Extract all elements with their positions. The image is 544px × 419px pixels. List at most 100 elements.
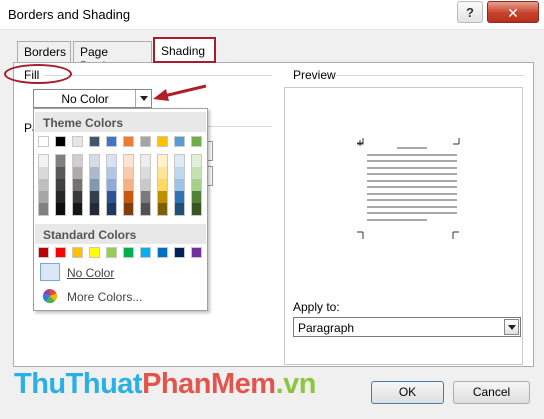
theme-shade-swatch[interactable] (107, 167, 116, 179)
theme-colors-header: Theme Colors (35, 112, 206, 132)
theme-shade-swatch[interactable] (90, 203, 99, 215)
standard-color-swatch[interactable] (191, 247, 202, 258)
apply-to-dropdown-button[interactable] (504, 319, 519, 335)
close-button[interactable]: ✕ (487, 1, 539, 23)
standard-color-swatch[interactable] (72, 247, 83, 258)
standard-color-swatch[interactable] (89, 247, 100, 258)
theme-shade-swatch[interactable] (107, 191, 116, 203)
theme-color-swatch[interactable] (89, 136, 100, 147)
theme-shade-swatch[interactable] (175, 203, 184, 215)
standard-color-swatch[interactable] (157, 247, 168, 258)
theme-color-swatch[interactable] (157, 136, 168, 147)
theme-shade-swatch[interactable] (39, 191, 48, 203)
theme-shade-swatch[interactable] (158, 191, 167, 203)
theme-shade-swatch[interactable] (124, 155, 133, 167)
theme-shade-swatch[interactable] (141, 203, 150, 215)
theme-shade-swatch[interactable] (73, 167, 82, 179)
theme-shade-swatch[interactable] (56, 179, 65, 191)
theme-shade-swatch[interactable] (39, 155, 48, 167)
theme-shade-swatch[interactable] (124, 179, 133, 191)
theme-shade-swatch[interactable] (73, 155, 82, 167)
no-color-option[interactable]: No Color (38, 261, 204, 283)
watermark-logo: ThuThuatPhanMem.vn (14, 368, 316, 401)
theme-shade-swatch[interactable] (192, 155, 201, 167)
theme-color-swatch[interactable] (191, 136, 202, 147)
theme-shade-swatch[interactable] (39, 167, 48, 179)
preview-line (367, 218, 427, 221)
theme-shade-swatch[interactable] (90, 179, 99, 191)
theme-shade-swatch[interactable] (141, 167, 150, 179)
standard-color-swatch[interactable] (174, 247, 185, 258)
theme-shade-swatch[interactable] (141, 179, 150, 191)
theme-shade-swatch[interactable] (192, 203, 201, 215)
theme-shade-swatch[interactable] (39, 203, 48, 215)
standard-color-swatch[interactable] (38, 247, 49, 258)
tab-page-border[interactable]: Page Border (73, 41, 152, 73)
theme-color-swatch[interactable] (174, 136, 185, 147)
preview-line (367, 192, 457, 195)
preview-line (367, 173, 457, 175)
theme-shade-swatch[interactable] (107, 179, 116, 191)
theme-shade-swatch[interactable] (175, 179, 184, 191)
theme-color-swatch[interactable] (38, 136, 49, 147)
theme-shade-swatch[interactable] (56, 155, 65, 167)
theme-shade-swatch[interactable] (175, 155, 184, 167)
help-button[interactable]: ? (457, 1, 483, 23)
theme-shade-swatch[interactable] (107, 155, 116, 167)
theme-shade-swatch[interactable] (73, 191, 82, 203)
theme-shade-swatch[interactable] (90, 155, 99, 167)
theme-color-swatch[interactable] (140, 136, 151, 147)
theme-shade-swatch[interactable] (141, 191, 150, 203)
tab-borders[interactable]: Borders (17, 41, 71, 63)
theme-shade-swatch[interactable] (192, 167, 201, 179)
theme-shade-swatch[interactable] (107, 203, 116, 215)
fill-color-dropdown[interactable]: No Color (33, 89, 152, 108)
theme-shade-swatch[interactable] (56, 203, 65, 215)
theme-color-swatch[interactable] (55, 136, 66, 147)
theme-shade-swatch[interactable] (158, 167, 167, 179)
theme-shade-swatch[interactable] (192, 179, 201, 191)
theme-shade-swatch[interactable] (175, 167, 184, 179)
standard-color-swatch[interactable] (140, 247, 151, 258)
theme-color-swatch[interactable] (72, 136, 83, 147)
theme-shade-swatch[interactable] (158, 203, 167, 215)
theme-shade-swatch[interactable] (124, 167, 133, 179)
theme-shade-swatch[interactable] (158, 179, 167, 191)
theme-shade-swatch[interactable] (124, 203, 133, 215)
ok-button[interactable]: OK (371, 381, 444, 404)
theme-shade-swatch[interactable] (56, 191, 65, 203)
theme-color-swatch[interactable] (123, 136, 134, 147)
apply-to-value: Paragraph (298, 321, 355, 335)
theme-shade-swatch[interactable] (90, 167, 99, 179)
color-picker-popup: Theme Colors Standard Colors No Color Mo… (33, 108, 208, 311)
fill-dropdown-button[interactable] (135, 90, 151, 107)
theme-shade-swatch[interactable] (192, 191, 201, 203)
preview-line (367, 186, 457, 188)
standard-color-swatch[interactable] (123, 247, 134, 258)
watermark-part-1: ThuThuat (14, 368, 143, 400)
theme-shade-swatch[interactable] (141, 155, 150, 167)
theme-color-swatch[interactable] (106, 136, 117, 147)
theme-shade-swatch[interactable] (158, 155, 167, 167)
more-colors-option[interactable]: More Colors... (38, 285, 204, 307)
theme-shade-swatch[interactable] (56, 167, 65, 179)
theme-shade-swatch[interactable] (39, 179, 48, 191)
chevron-down-icon (508, 325, 516, 330)
cancel-button[interactable]: Cancel (453, 381, 530, 404)
tab-shading[interactable]: Shading (153, 37, 216, 63)
theme-shade-swatch[interactable] (90, 191, 99, 203)
apply-to-select[interactable]: Paragraph (293, 317, 521, 337)
theme-shade-swatch[interactable] (73, 179, 82, 191)
preview-line (367, 179, 457, 182)
window-title: Borders and Shading (8, 7, 131, 22)
theme-shade-swatch[interactable] (175, 191, 184, 203)
theme-shade-column (157, 154, 168, 216)
preview-line (367, 199, 457, 201)
standard-color-swatch[interactable] (55, 247, 66, 258)
theme-shade-swatch[interactable] (73, 203, 82, 215)
patterns-divider (207, 126, 272, 127)
theme-shade-swatch[interactable] (124, 191, 133, 203)
preview-label: Preview (293, 68, 336, 82)
preview-line (367, 153, 457, 156)
standard-color-swatch[interactable] (106, 247, 117, 258)
